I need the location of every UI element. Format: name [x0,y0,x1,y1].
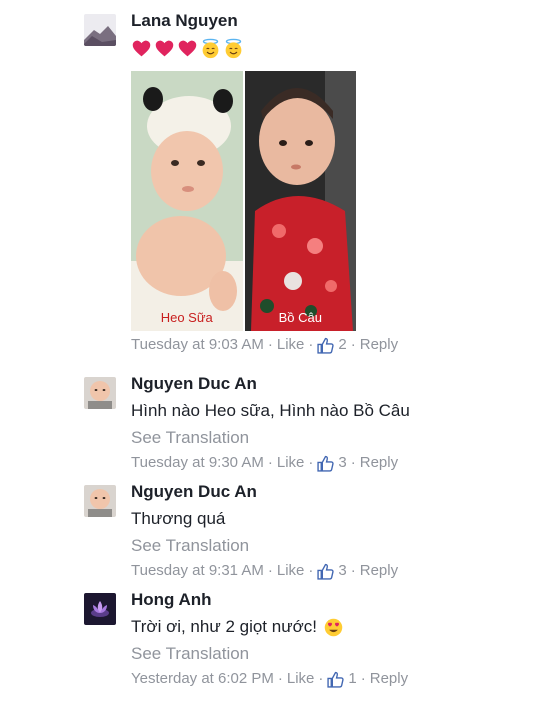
like-button[interactable]: Like [277,453,305,473]
baby-photo-right: Bồ Câu [244,71,356,331]
baby-photo-left: Heo Sữa [131,71,243,331]
see-translation-link[interactable]: See Translation [131,535,520,557]
smiling-face-with-halo-icon [225,38,242,59]
smiling-face-with-halo-icon [202,38,219,59]
comment-meta: Yesterday at 6:02 PM · Like · 1 · Reply [131,669,520,689]
dot-separator: · [318,670,324,687]
photo-caption: Heo Sữa [160,310,213,325]
comment-meta: Tuesday at 9:03 AM · Like · 2 · Reply [131,335,520,355]
comment-text: Thương quá [131,509,226,528]
comment-photo[interactable]: Heo Sữa Bồ Câu [131,71,356,331]
heart-icon [178,40,197,57]
comment-timestamp[interactable]: Tuesday at 9:03 AM [131,335,264,355]
like-count[interactable]: 3 [338,561,346,581]
comment-meta: Tuesday at 9:31 AM · Like · 3 · Reply [131,561,520,581]
avatar[interactable] [84,485,116,517]
comment-author[interactable]: Nguyen Duc An [131,481,520,503]
comment-text: Hình nào Heo sữa, Hình nào Bồ Câu [131,401,410,420]
like-button[interactable]: Like [277,335,305,355]
see-translation-link[interactable]: See Translation [131,643,520,665]
comment-author[interactable]: Nguyen Duc An [131,373,520,395]
dot-separator: · [308,336,314,353]
avatar[interactable] [84,593,116,625]
heart-eyes-icon [324,618,343,636]
comment-author[interactable]: Lana Nguyen [131,10,520,32]
see-translation-link[interactable]: See Translation [131,427,520,449]
dot-separator: · [308,562,314,579]
comment-timestamp[interactable]: Tuesday at 9:31 AM [131,561,264,581]
comment-author[interactable]: Hong Anh [131,589,520,611]
comment-timestamp[interactable]: Tuesday at 9:30 AM [131,453,264,473]
comment-meta: Tuesday at 9:30 AM · Like · 3 · Reply [131,453,520,473]
thumbs-up-icon[interactable] [317,455,335,472]
comment-text: Trời ơi, như 2 giọt nước! [131,617,317,636]
comment-timestamp[interactable]: Yesterday at 6:02 PM [131,669,274,689]
dot-separator: · [267,336,273,353]
reply-button[interactable]: Reply [370,669,408,689]
heart-icon [155,40,174,57]
emoji-row [131,38,520,59]
dot-separator: · [350,454,356,471]
like-button[interactable]: Like [277,561,305,581]
dot-separator: · [350,336,356,353]
like-count[interactable]: 1 [348,669,356,689]
photo-caption: Bồ Câu [278,310,322,325]
comment-thread: Lana Nguyen Heo Sữa Bồ Câu Tuesday at 9:… [0,0,540,702]
dot-separator: · [308,454,314,471]
reply-button[interactable]: Reply [360,335,398,355]
comment-text-row: Trời ơi, như 2 giọt nước! [131,616,520,638]
dot-separator: · [360,670,366,687]
dot-separator: · [277,670,283,687]
dot-separator: · [350,562,356,579]
like-count[interactable]: 3 [338,453,346,473]
thumbs-up-icon[interactable] [327,671,345,688]
like-button[interactable]: Like [287,669,315,689]
thumbs-up-icon[interactable] [317,337,335,354]
like-count[interactable]: 2 [338,335,346,355]
dot-separator: · [267,562,273,579]
reply-button[interactable]: Reply [360,453,398,473]
avatar[interactable] [84,14,116,46]
heart-icon [132,40,151,57]
thumbs-up-icon[interactable] [317,563,335,580]
reply-button[interactable]: Reply [360,561,398,581]
avatar[interactable] [84,377,116,409]
dot-separator: · [267,454,273,471]
